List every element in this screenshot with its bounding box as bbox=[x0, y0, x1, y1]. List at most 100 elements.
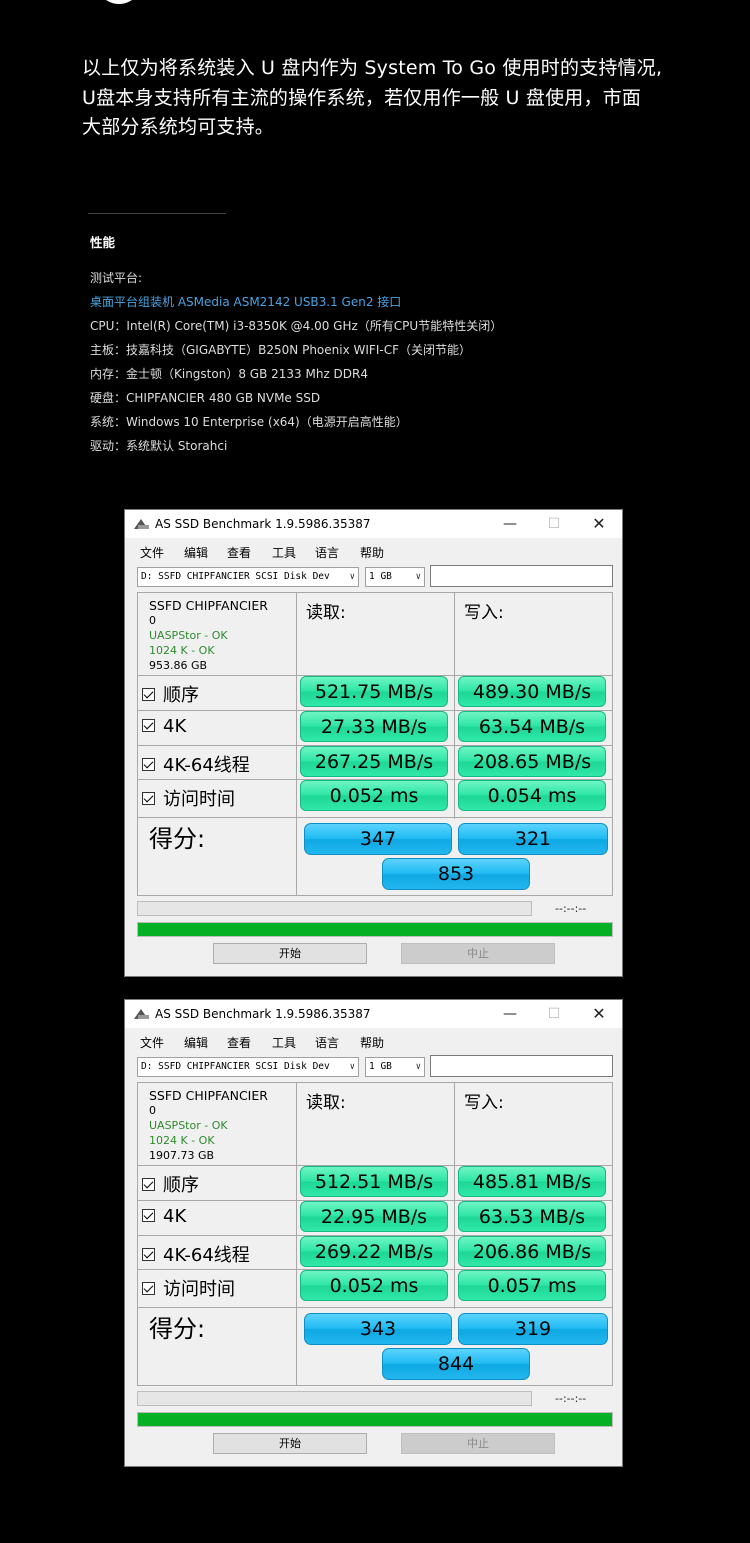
row-label: 4K-64线程 bbox=[142, 1241, 250, 1267]
stop-button[interactable]: 中止 bbox=[401, 1433, 555, 1454]
size-select-value: 1 GB bbox=[369, 1061, 392, 1072]
row-checkbox[interactable] bbox=[142, 1177, 155, 1191]
start-button[interactable]: 开始 bbox=[213, 1433, 367, 1454]
drive-capacity: 953.86 GB bbox=[149, 659, 208, 672]
read-result: 0.052 ms bbox=[300, 780, 448, 811]
close-button[interactable]: ✕ bbox=[576, 1003, 622, 1025]
alignment-status: 1024 K - OK bbox=[149, 1134, 215, 1147]
progress-bar-total bbox=[137, 1412, 613, 1427]
grid-line bbox=[138, 817, 612, 818]
progress-fill bbox=[138, 1413, 612, 1426]
row-checkbox[interactable] bbox=[142, 687, 155, 701]
write-result: 0.054 ms bbox=[458, 780, 606, 811]
section-divider bbox=[88, 213, 226, 214]
text-input[interactable] bbox=[430, 1055, 613, 1077]
row-label-text: 4K bbox=[163, 1206, 187, 1227]
as-ssd-app-icon bbox=[134, 519, 150, 529]
grid-line bbox=[296, 593, 297, 895]
menu-item[interactable]: 帮助 bbox=[360, 1034, 384, 1051]
row-label: 访问时间 bbox=[142, 1275, 235, 1301]
drive-capacity: 1907.73 GB bbox=[149, 1149, 215, 1162]
spec-title: 性能 bbox=[90, 235, 116, 250]
row-checkbox[interactable] bbox=[142, 1247, 155, 1261]
menu-item[interactable]: 编辑 bbox=[184, 544, 208, 561]
row-checkbox[interactable] bbox=[142, 757, 155, 771]
spec-line-os: 系统：Windows 10 Enterprise (x64)（电源开启高性能） bbox=[90, 415, 408, 429]
row-label: 4K-64线程 bbox=[142, 751, 250, 777]
row-label: 顺序 bbox=[142, 681, 199, 707]
read-result: 27.33 MB/s bbox=[300, 711, 448, 742]
elapsed-time: --:--:-- bbox=[555, 1392, 587, 1405]
row-label-text: 4K bbox=[163, 716, 187, 737]
chevron-down-icon: ∨ bbox=[415, 1062, 421, 1072]
write-score: 319 bbox=[458, 1313, 608, 1345]
maximize-button[interactable]: ☐ bbox=[531, 1003, 577, 1025]
spec-line-driver: 驱动：系统默认 Storahci bbox=[90, 439, 228, 453]
score-label: 得分: bbox=[149, 825, 206, 853]
text-input[interactable] bbox=[430, 565, 613, 587]
menu-item[interactable]: 工具 bbox=[272, 1034, 296, 1051]
close-button[interactable]: ✕ bbox=[576, 513, 622, 535]
benchmark-window: AS SSD Benchmark 1.9.5986.35387 — ☐ ✕ 文件 编辑 查看… bbox=[124, 999, 623, 1467]
drive-id: 0 bbox=[149, 1104, 156, 1117]
chevron-down-icon: ∨ bbox=[415, 572, 421, 582]
row-label-text: 顺序 bbox=[163, 685, 199, 706]
grid-line bbox=[296, 1083, 297, 1385]
minimize-button[interactable]: — bbox=[487, 513, 533, 535]
spec-line: 测试平台: bbox=[90, 271, 143, 285]
maximize-button[interactable]: ☐ bbox=[531, 513, 577, 535]
menu-item[interactable]: 工具 bbox=[272, 544, 296, 561]
size-select[interactable]: 1 GB ∨ bbox=[365, 567, 425, 587]
menu-item[interactable]: 语言 bbox=[315, 544, 339, 561]
menu-item[interactable]: 帮助 bbox=[360, 544, 384, 561]
menu-item[interactable]: 查看 bbox=[227, 1034, 251, 1051]
read-result: 269.22 MB/s bbox=[300, 1236, 448, 1267]
row-checkbox[interactable] bbox=[142, 1208, 155, 1222]
row-label-text: 访问时间 bbox=[163, 789, 235, 810]
menu-item[interactable]: 文件 bbox=[140, 544, 164, 561]
read-score: 343 bbox=[304, 1313, 452, 1345]
menu-item[interactable]: 编辑 bbox=[184, 1034, 208, 1051]
read-header: 读取: bbox=[306, 603, 346, 623]
intro-paragraph: 以上仅为将系统装入 U 盘内作为 System To Go 使用时的支持情况, … bbox=[82, 54, 682, 143]
menu-item[interactable]: 查看 bbox=[227, 544, 251, 561]
read-header: 读取: bbox=[306, 1093, 346, 1113]
row-label-text: 顺序 bbox=[163, 1175, 199, 1196]
write-header: 写入: bbox=[464, 1093, 504, 1113]
menu-item[interactable]: 语言 bbox=[315, 1034, 339, 1051]
window-title: AS SSD Benchmark 1.9.5986.35387 bbox=[155, 517, 371, 531]
elapsed-time: --:--:-- bbox=[555, 902, 587, 915]
row-label: 4K bbox=[142, 1206, 186, 1227]
disk-select[interactable]: D: SSFD CHIPFANCIER SCSI Disk Dev ∨ bbox=[137, 1057, 359, 1077]
start-button[interactable]: 开始 bbox=[213, 943, 367, 964]
menu-item[interactable]: 文件 bbox=[140, 1034, 164, 1051]
chevron-down-icon: ∨ bbox=[349, 1062, 355, 1072]
total-score: 844 bbox=[382, 1348, 530, 1380]
spec-line-memory: 内存：金士顿（Kingston）8 GB 2133 Mhz DDR4 bbox=[90, 367, 369, 381]
progress-bar-current bbox=[137, 1391, 532, 1406]
window-title: AS SSD Benchmark 1.9.5986.35387 bbox=[155, 1007, 371, 1021]
write-result: 63.53 MB/s bbox=[458, 1201, 606, 1232]
alignment-status: 1024 K - OK bbox=[149, 644, 215, 657]
size-select[interactable]: 1 GB ∨ bbox=[365, 1057, 425, 1077]
drive-info: SSFD CHIPFANCIER 0 UASPStor - OK 1024 K - O… bbox=[149, 598, 268, 673]
row-checkbox[interactable] bbox=[142, 1281, 155, 1295]
read-result: 267.25 MB/s bbox=[300, 746, 448, 777]
progress-bar-current bbox=[137, 901, 532, 916]
read-result: 512.51 MB/s bbox=[300, 1166, 448, 1197]
title-bar: AS SSD Benchmark 1.9.5986.35387 — ☐ ✕ bbox=[125, 1000, 622, 1028]
disk-select[interactable]: D: SSFD CHIPFANCIER SCSI Disk Dev ∨ bbox=[137, 567, 359, 587]
write-result: 208.65 MB/s bbox=[458, 746, 606, 777]
row-checkbox[interactable] bbox=[142, 791, 155, 805]
grid-line bbox=[454, 1083, 455, 1309]
drive-model: SSFD CHIPFANCIER bbox=[149, 598, 268, 613]
minimize-button[interactable]: — bbox=[487, 1003, 533, 1025]
row-label-text: 4K-64线程 bbox=[163, 755, 250, 776]
row-label-text: 4K-64线程 bbox=[163, 1245, 250, 1266]
write-result: 485.81 MB/s bbox=[458, 1166, 606, 1197]
row-checkbox[interactable] bbox=[142, 718, 155, 732]
disk-select-value: D: SSFD CHIPFANCIER SCSI Disk Dev bbox=[141, 1061, 330, 1072]
benchmark-window: AS SSD Benchmark 1.9.5986.35387 — ☐ ✕ 文件 编辑 查看… bbox=[124, 509, 623, 977]
read-result: 521.75 MB/s bbox=[300, 676, 448, 707]
stop-button[interactable]: 中止 bbox=[401, 943, 555, 964]
